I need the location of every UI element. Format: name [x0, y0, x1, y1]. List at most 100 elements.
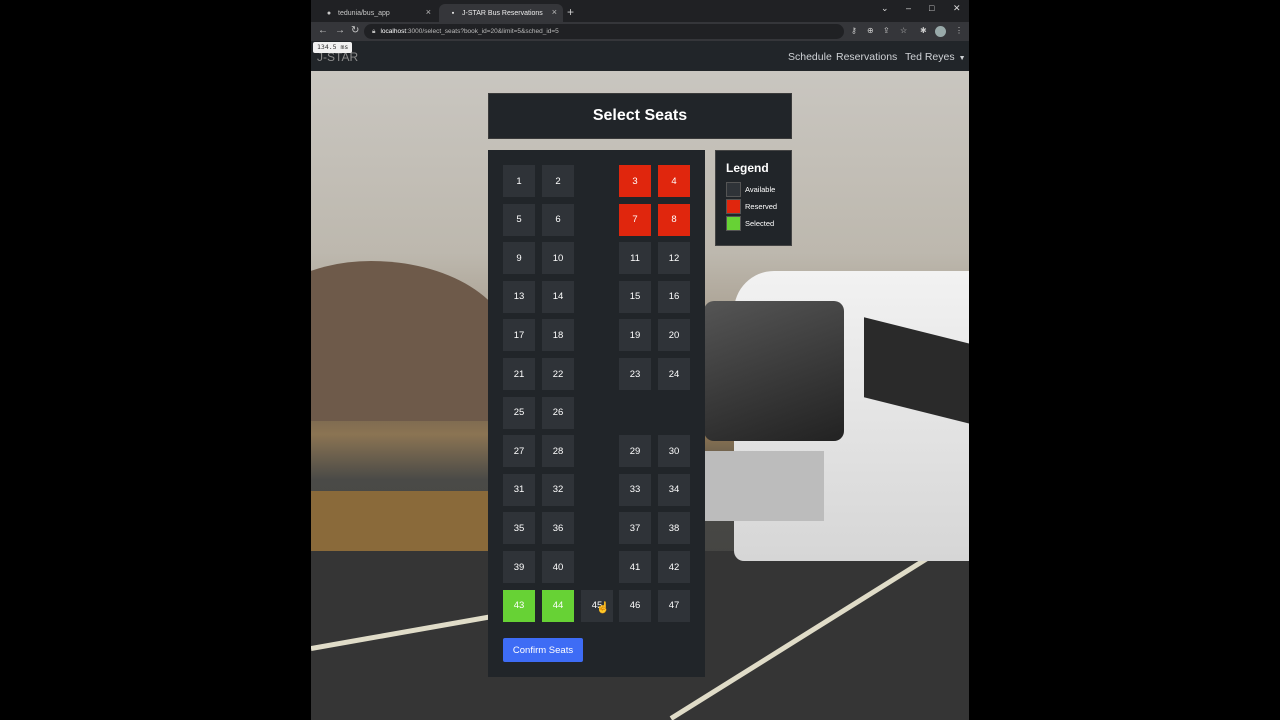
- menu-icon[interactable]: ⋮: [955, 26, 963, 35]
- user-name: Ted Reyes: [905, 51, 955, 63]
- seat-16[interactable]: 16: [658, 280, 690, 313]
- seat-37[interactable]: 37: [619, 512, 651, 545]
- seat-2[interactable]: 2: [542, 165, 574, 197]
- seat-23[interactable]: 23: [619, 358, 651, 390]
- seat-33[interactable]: 33: [619, 473, 651, 506]
- bus-windshield: [704, 301, 844, 441]
- url-host: localhost: [380, 28, 407, 35]
- seat-1[interactable]: 1: [503, 165, 535, 197]
- seat-31[interactable]: 31: [503, 473, 535, 506]
- seat-map: 1 2 3 4 5 6 7 8 9 10 11 12 13 14 15 16 17 18 19 20 21 22 23 24 2…: [488, 150, 705, 677]
- seat-35[interactable]: 35: [503, 512, 535, 545]
- legend-label: Available: [745, 185, 776, 194]
- legend-label: Reserved: [745, 202, 778, 211]
- legend-item-available: Available: [726, 182, 775, 197]
- seat-47[interactable]: 47: [658, 589, 690, 622]
- site-navbar: J-STAR Schedule Reservations Ted Reyes ▼: [311, 41, 969, 71]
- extensions-icon[interactable]: ✱: [920, 26, 927, 35]
- title-card: Select Seats: [488, 93, 792, 139]
- lock-icon: 🔒︎: [372, 27, 376, 35]
- seat-9[interactable]: 9: [503, 242, 535, 275]
- github-icon: ●: [326, 9, 332, 17]
- background-image: Select Seats 1 2 3 4 5 6 7 8 9 10 11 12 13 14 15 16 17 18…: [311, 71, 969, 720]
- tab-bus-reservations[interactable]: ▪ J-STAR Bus Reservations ×: [439, 4, 563, 22]
- seat-20[interactable]: 20: [658, 319, 690, 352]
- address-toolbar: ← → ↻ 🔒︎ localhost :3000/select_seats?bo…: [311, 22, 969, 41]
- seat-30[interactable]: 30: [658, 435, 690, 468]
- star-icon[interactable]: ☆: [900, 26, 907, 35]
- new-tab-icon[interactable]: +: [567, 5, 574, 19]
- user-menu[interactable]: Ted Reyes ▼: [905, 51, 966, 63]
- bus-grille: [704, 451, 824, 521]
- seat-3: 3: [619, 165, 651, 197]
- chevron-down-icon[interactable]: ⌄: [881, 3, 889, 14]
- tab-github[interactable]: ● tedunia/bus_app ×: [315, 4, 437, 22]
- seat-44[interactable]: 44: [542, 589, 574, 622]
- seat-36[interactable]: 36: [542, 512, 574, 545]
- share-icon[interactable]: ⇪: [883, 26, 890, 35]
- seat-22[interactable]: 22: [542, 358, 574, 390]
- url-path: :3000/select_seats?book_id=20&limit=5&sc…: [406, 28, 559, 35]
- key-icon[interactable]: ⚷: [851, 26, 857, 35]
- seat-18[interactable]: 18: [542, 319, 574, 352]
- page-icon: ▪: [451, 9, 455, 17]
- seat-10[interactable]: 10: [542, 242, 574, 275]
- seat-26[interactable]: 26: [542, 396, 574, 429]
- seat-29[interactable]: 29: [619, 435, 651, 468]
- nav-schedule[interactable]: Schedule: [788, 51, 832, 63]
- bus-image: [704, 261, 969, 561]
- seat-14[interactable]: 14: [542, 280, 574, 313]
- legend-swatch: [726, 182, 741, 197]
- close-icon[interactable]: ×: [552, 7, 557, 17]
- back-icon[interactable]: ←: [318, 25, 328, 36]
- seat-24[interactable]: 24: [658, 358, 690, 390]
- seat-6[interactable]: 6: [542, 203, 574, 236]
- legend: Legend Available Reserved Selected: [715, 150, 792, 246]
- seat-27[interactable]: 27: [503, 435, 535, 468]
- forward-icon[interactable]: →: [335, 25, 345, 36]
- seat-32[interactable]: 32: [542, 473, 574, 506]
- seat-46[interactable]: 46: [619, 589, 651, 622]
- seat-42[interactable]: 42: [658, 551, 690, 583]
- caret-down-icon: ▼: [958, 55, 966, 62]
- profile-avatar-icon[interactable]: [935, 26, 946, 37]
- browser-window: ● tedunia/bus_app × ▪ J-STAR Bus Reserva…: [311, 0, 969, 720]
- nav-reservations[interactable]: Reservations: [836, 51, 897, 63]
- legend-title: Legend: [726, 161, 769, 175]
- legend-label: Selected: [745, 219, 775, 228]
- maximize-icon[interactable]: □: [929, 3, 934, 13]
- zoom-icon[interactable]: ⊕: [867, 26, 874, 35]
- close-icon[interactable]: ×: [426, 7, 431, 17]
- window-close-icon[interactable]: ✕: [953, 3, 961, 14]
- seat-25[interactable]: 25: [503, 396, 535, 429]
- tab-strip: ● tedunia/bus_app × ▪ J-STAR Bus Reserva…: [311, 0, 969, 22]
- legend-item-reserved: Reserved: [726, 199, 777, 214]
- reload-icon[interactable]: ↻: [351, 25, 359, 36]
- tab-label: tedunia/bus_app: [338, 9, 390, 17]
- seat-34[interactable]: 34: [658, 473, 690, 506]
- seat-28[interactable]: 28: [542, 435, 574, 468]
- seat-15[interactable]: 15: [619, 280, 651, 313]
- seat-21[interactable]: 21: [503, 358, 535, 390]
- mountain: [311, 261, 511, 421]
- legend-swatch: [726, 216, 741, 231]
- seat-12[interactable]: 12: [658, 242, 690, 275]
- seat-8: 8: [658, 203, 690, 236]
- seat-41[interactable]: 41: [619, 551, 651, 583]
- seat-11[interactable]: 11: [619, 242, 651, 275]
- tab-label: J-STAR Bus Reservations: [462, 9, 543, 17]
- seat-19[interactable]: 19: [619, 319, 651, 352]
- seat-17[interactable]: 17: [503, 319, 535, 352]
- seat-39[interactable]: 39: [503, 551, 535, 583]
- legend-swatch: [726, 199, 741, 214]
- seat-13[interactable]: 13: [503, 280, 535, 313]
- seat-5[interactable]: 5: [503, 203, 535, 236]
- timing-badge: 134.5 ms: [313, 42, 353, 53]
- url-bar[interactable]: 🔒︎ localhost :3000/select_seats?book_id=…: [364, 24, 844, 39]
- seat-43[interactable]: 43: [503, 589, 535, 622]
- page-title: Select Seats: [592, 107, 688, 124]
- minimize-icon[interactable]: –: [906, 3, 911, 13]
- seat-38[interactable]: 38: [658, 512, 690, 545]
- seat-40[interactable]: 40: [542, 551, 574, 583]
- confirm-seats-button[interactable]: Confirm Seats: [503, 638, 583, 662]
